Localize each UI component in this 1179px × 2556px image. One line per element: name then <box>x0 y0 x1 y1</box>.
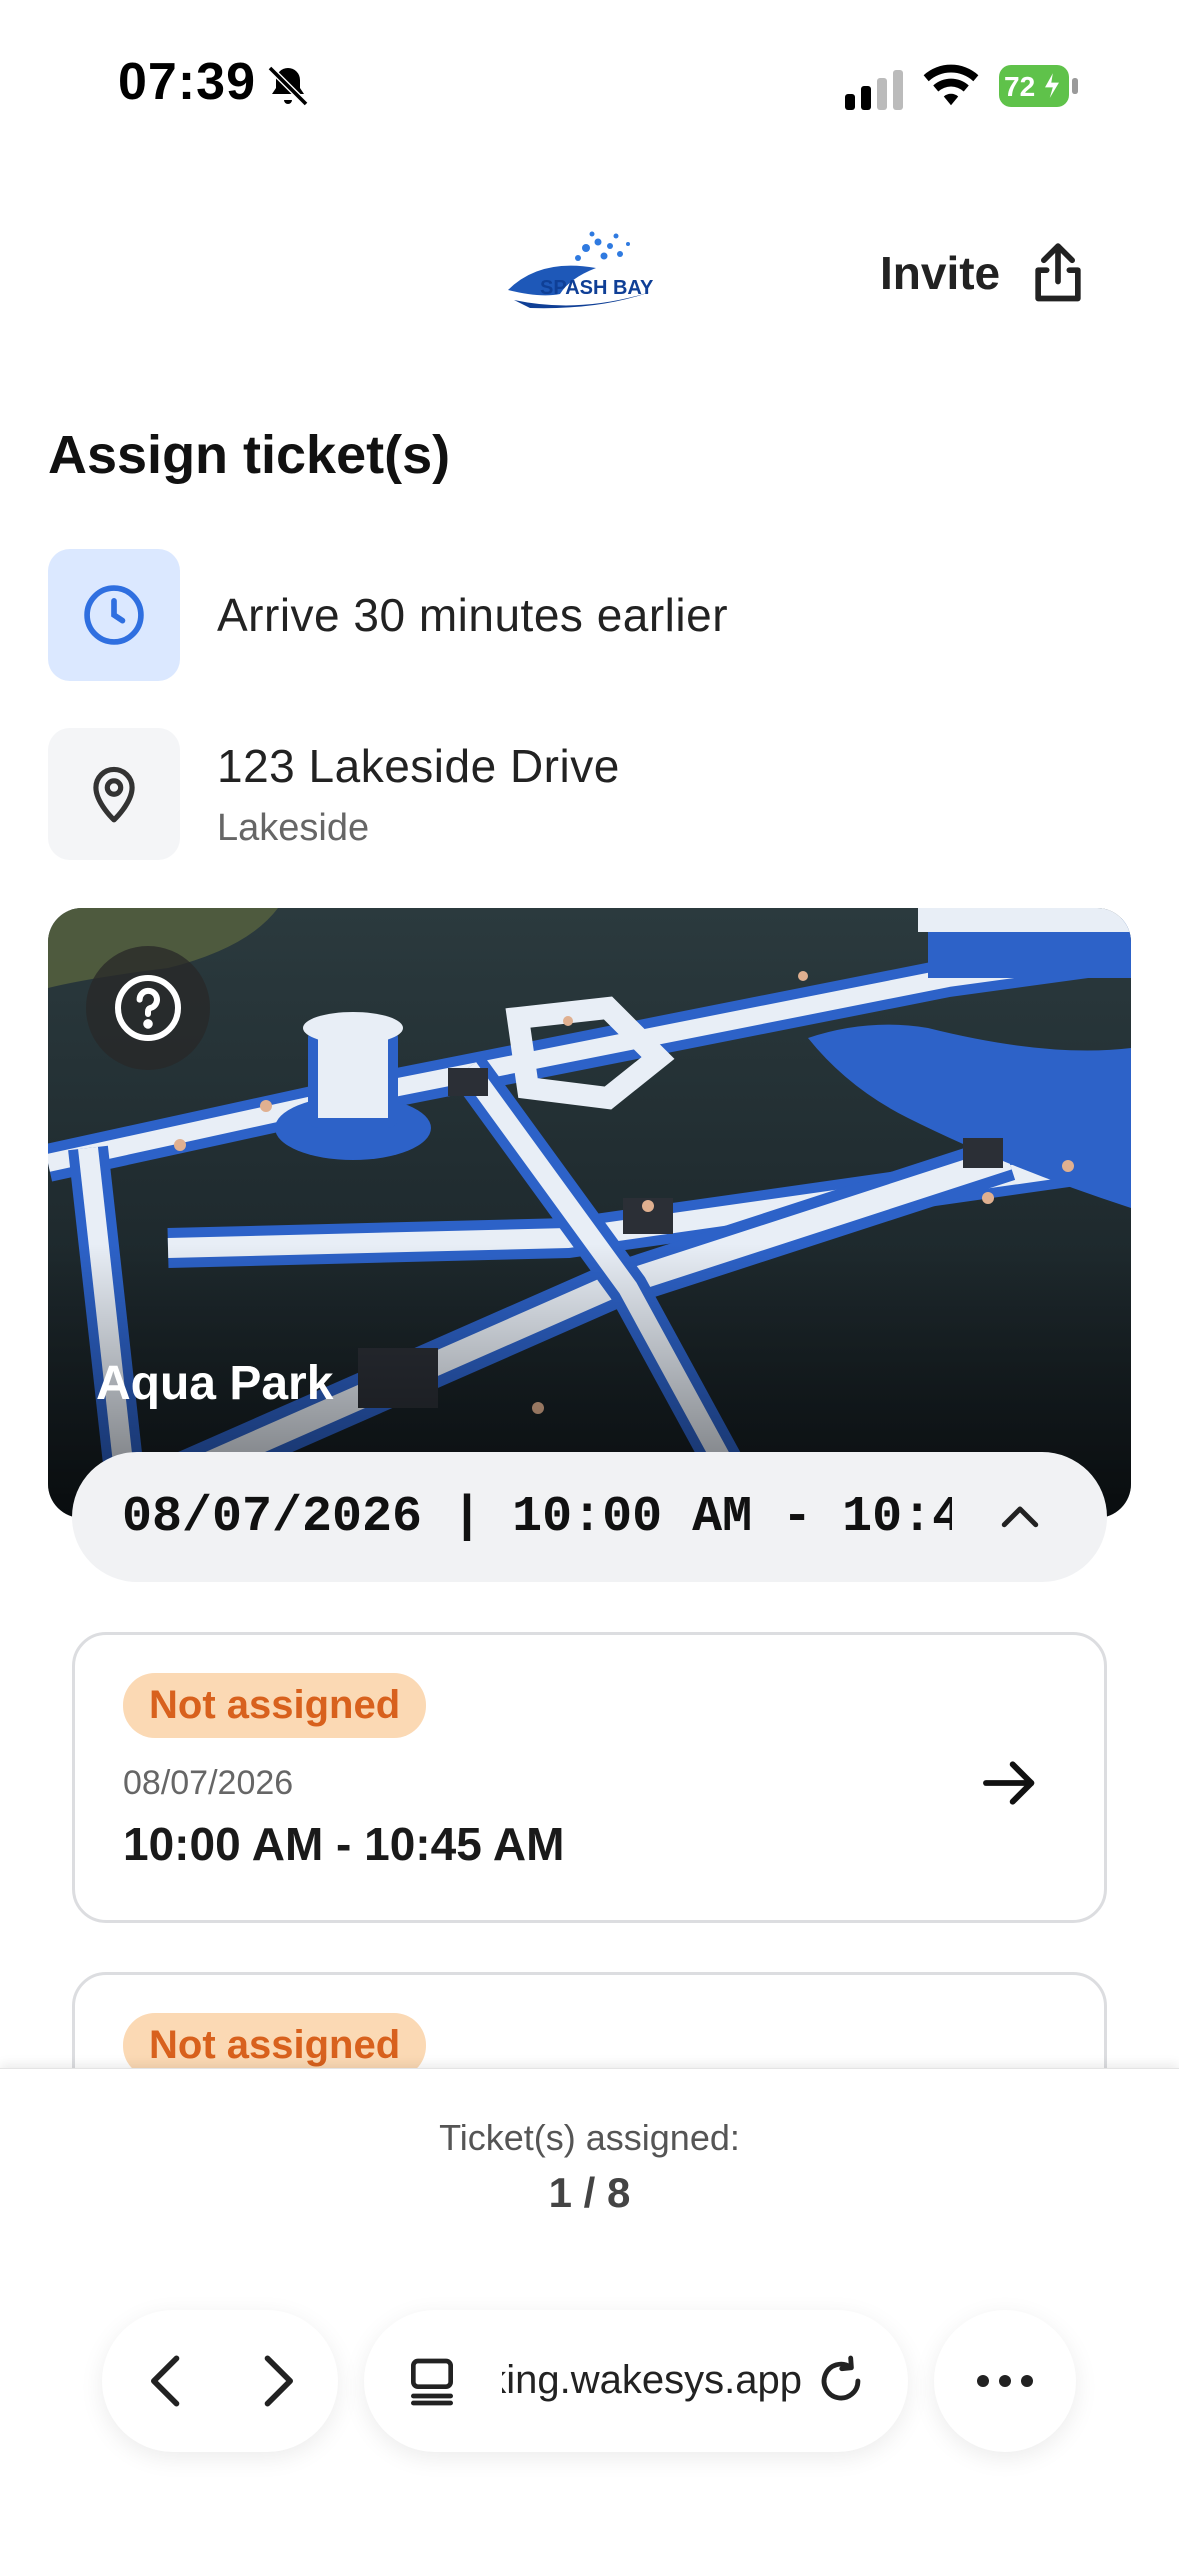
assigned-label: Ticket(s) assigned: <box>439 2117 740 2158</box>
clock-icon <box>84 585 144 645</box>
invite-button[interactable]: Invite <box>880 238 1092 308</box>
chevron-up-icon <box>1001 1506 1039 1528</box>
location-street: 123 Lakeside Drive <box>217 739 620 792</box>
battery-charging-icon: 72 <box>999 65 1078 107</box>
share-icon <box>1035 243 1081 302</box>
status-badge: Not assigned <box>123 1673 427 1738</box>
map-pin-icon-box <box>48 728 180 860</box>
reload-icon[interactable] <box>812 2352 870 2410</box>
help-button[interactable] <box>86 946 210 1070</box>
invite-label: Invite <box>880 247 1001 299</box>
battery-level: 72 <box>1004 71 1035 102</box>
chevron-left-icon[interactable] <box>134 2347 202 2415</box>
session-text: 08/07/2026 | 10:00 AM - 10:45 AM <box>122 1488 952 1546</box>
session-selector[interactable]: 08/07/2026 | 10:00 AM - 10:45 AM <box>72 1452 1107 1582</box>
clock-icon-box <box>48 549 180 681</box>
address-bar[interactable]: booking.wakesys.app <box>364 2310 908 2452</box>
more-icon <box>977 2375 1033 2387</box>
assigned-count: 1 / 8 <box>548 2169 631 2216</box>
ticket-time: 10:00 AM - 10:45 AM <box>123 1818 565 1870</box>
location-info: 123 Lakeside Drive Lakeside <box>48 728 620 860</box>
wifi-icon <box>923 64 979 106</box>
aqua-park-image[interactable]: Aqua Park <box>48 908 1131 1518</box>
cellular-signal-icon <box>845 70 903 110</box>
arrow-right-icon <box>983 1761 1035 1805</box>
more-button[interactable] <box>934 2310 1076 2452</box>
brand-logo: SPASH BAY <box>508 231 654 309</box>
status-bar: 07:39 72 <box>0 0 1179 175</box>
logo-text: SPASH BAY <box>540 277 654 299</box>
url-text: booking.wakesys.app <box>502 2358 802 2402</box>
browser-toolbar: booking.wakesys.app <box>0 2300 1179 2460</box>
page-title: Assign ticket(s) <box>48 425 451 485</box>
status-time: 07:39 <box>118 53 256 111</box>
chevron-right-icon[interactable] <box>242 2347 310 2415</box>
tabs-icon[interactable] <box>404 2354 460 2410</box>
map-pin-icon <box>93 766 135 823</box>
ticket-card[interactable]: Not assigned 08/07/2026 10:00 AM - 10:45… <box>72 1632 1107 1923</box>
arrive-info: Arrive 30 minutes earlier <box>48 549 728 681</box>
aqua-park-photo <box>48 908 1131 1518</box>
question-circle-icon <box>115 975 181 1041</box>
arrive-text: Arrive 30 minutes earlier <box>217 589 729 641</box>
location-city: Lakeside <box>217 806 370 849</box>
ticket-date: 08/07/2026 <box>123 1764 294 1802</box>
aqua-park-label: Aqua Park <box>96 1357 334 1410</box>
nav-buttons <box>102 2310 338 2452</box>
bell-slash-icon <box>267 65 309 107</box>
